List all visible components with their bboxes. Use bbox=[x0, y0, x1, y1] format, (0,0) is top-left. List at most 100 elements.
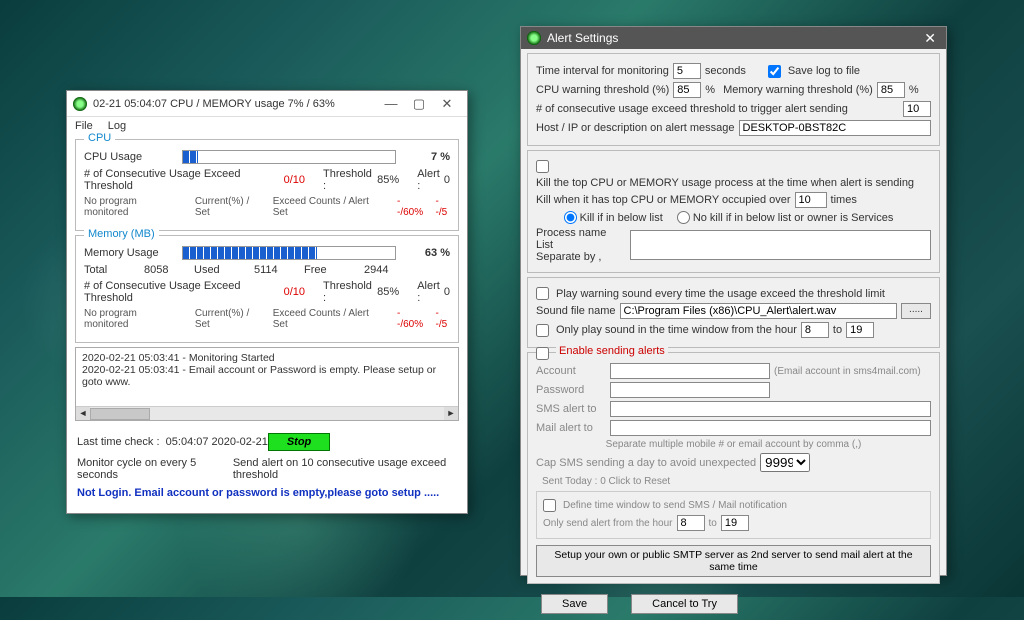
stop-button[interactable]: Stop bbox=[268, 433, 330, 451]
only-send-label: Only send alert from the hour bbox=[543, 518, 673, 529]
consec-input[interactable] bbox=[903, 101, 931, 117]
close-icon[interactable]: ✕ bbox=[920, 30, 940, 47]
cpu-alert-val: 0 bbox=[444, 174, 450, 186]
only-play-checkbox[interactable] bbox=[536, 324, 549, 337]
smtp-setup-button[interactable]: Setup your own or public SMTP server as … bbox=[536, 545, 931, 577]
browse-button[interactable]: ..... bbox=[901, 303, 931, 319]
savelog-checkbox[interactable] bbox=[768, 65, 781, 78]
mem-used-v: 5114 bbox=[254, 264, 304, 276]
enable-alerts-checkbox[interactable] bbox=[536, 347, 549, 360]
nokill-radio[interactable] bbox=[677, 211, 690, 224]
scrollbar-horizontal[interactable]: ◄ ► bbox=[76, 406, 458, 420]
only-play-label: Only play sound in the time window from … bbox=[556, 324, 797, 336]
mem-thresh-input[interactable] bbox=[877, 82, 905, 98]
maximize-button[interactable]: ▢ bbox=[405, 96, 433, 112]
cancel-button[interactable]: Cancel to Try bbox=[631, 594, 738, 614]
window-title: 02-21 05:04:07 CPU / MEMORY usage 7% / 6… bbox=[93, 98, 377, 110]
consec-label: # of consecutive usage exceed threshold … bbox=[536, 103, 899, 115]
mem-excset: Exceed Counts / Alert Set bbox=[273, 308, 383, 330]
define-window-checkbox[interactable] bbox=[543, 499, 556, 512]
memory-group: Memory (MB) Memory Usage 63 % Total 8058… bbox=[75, 235, 459, 343]
scroll-thumb[interactable] bbox=[90, 408, 150, 420]
sep-note: Separate multiple mobile # or email acco… bbox=[606, 439, 862, 450]
cpu-alert-label: Alert : bbox=[417, 168, 444, 192]
define-window-label: Define time window to send SMS / Mail no… bbox=[563, 500, 787, 511]
mem-total-l: Total bbox=[84, 264, 144, 276]
account-note: (Email account in sms4mail.com) bbox=[774, 366, 921, 377]
sent-today[interactable]: Sent Today : 0 Click to Reset bbox=[542, 476, 670, 487]
kill-if-label: Kill if in below list bbox=[580, 212, 663, 224]
menu-file[interactable]: File bbox=[75, 120, 93, 132]
mem-total-v: 8058 bbox=[144, 264, 194, 276]
last-check-label: Last time check : bbox=[77, 436, 160, 448]
cpu-excset: Exceed Counts / Alert Set bbox=[273, 196, 383, 218]
mem-usage-pct: 63 % bbox=[404, 247, 450, 259]
sound-from-input[interactable] bbox=[801, 322, 829, 338]
interval-input[interactable] bbox=[673, 63, 701, 79]
play-sound-checkbox[interactable] bbox=[536, 287, 549, 300]
kill-over-input[interactable] bbox=[795, 192, 827, 208]
cpu-thresh-input[interactable] bbox=[673, 82, 701, 98]
mem-alert-label: Alert : bbox=[417, 280, 444, 304]
cpu-usage-pct: 7 % bbox=[404, 151, 450, 163]
mem-consec-label: # of Consecutive Usage Exceed Threshold bbox=[84, 280, 277, 304]
cap-select[interactable]: 9999 bbox=[760, 453, 810, 472]
log-line: 2020-02-21 05:03:41 - Email account or P… bbox=[82, 364, 452, 388]
alert-settings-window: Alert Settings ✕ Time interval for monit… bbox=[520, 26, 947, 576]
mem-usage-label: Memory Usage bbox=[84, 247, 174, 259]
sms-input[interactable] bbox=[610, 401, 931, 417]
mem-currset: Current(%) / Set bbox=[195, 308, 265, 330]
play-sound-label: Play warning sound every time the usage … bbox=[556, 288, 885, 300]
kill-if-radio[interactable] bbox=[564, 211, 577, 224]
sound-panel: Play warning sound every time the usage … bbox=[527, 277, 940, 348]
minimize-button[interactable]: — bbox=[377, 96, 405, 111]
mem-consec-val: 0/10 bbox=[284, 286, 305, 298]
mail-input[interactable] bbox=[610, 420, 931, 436]
save-button[interactable]: Save bbox=[541, 594, 608, 614]
alert-to-input[interactable] bbox=[721, 515, 749, 531]
cpu-exc-v: --/5 bbox=[435, 196, 450, 218]
cpu-usage-label: CPU Usage bbox=[84, 151, 174, 163]
account-input[interactable] bbox=[610, 363, 770, 379]
scroll-left-icon[interactable]: ◄ bbox=[76, 407, 90, 421]
cpu-thresh-label: CPU warning threshold (%) bbox=[536, 84, 669, 96]
enable-alerts-label: Enable sending alerts bbox=[556, 345, 668, 357]
password-input[interactable] bbox=[610, 382, 770, 398]
scroll-right-icon[interactable]: ► bbox=[444, 407, 458, 421]
host-label: Host / IP or description on alert messag… bbox=[536, 122, 735, 134]
kill-over-label: Kill when it has top CPU or MEMORY occup… bbox=[536, 194, 791, 206]
password-label: Password bbox=[536, 384, 606, 396]
seconds-label: seconds bbox=[705, 65, 746, 77]
titlebar[interactable]: 02-21 05:04:07 CPU / MEMORY usage 7% / 6… bbox=[67, 91, 467, 117]
mem-used-l: Used bbox=[194, 264, 254, 276]
alert-from-input[interactable] bbox=[677, 515, 705, 531]
mem-alert-val: 0 bbox=[444, 286, 450, 298]
kill-top-label: Kill the top CPU or MEMORY usage process… bbox=[536, 177, 914, 189]
menu-log[interactable]: Log bbox=[108, 120, 126, 132]
cpu-currset: Current(%) / Set bbox=[195, 196, 265, 218]
proc-list-l2: Separate by , bbox=[536, 251, 626, 263]
host-input[interactable] bbox=[739, 120, 931, 136]
sound-file-input[interactable] bbox=[620, 303, 898, 319]
log-box[interactable]: 2020-02-21 05:03:41 - Monitoring Started… bbox=[75, 347, 459, 421]
cpu-thresh-val: 85% bbox=[377, 174, 399, 186]
mem-usage-bar bbox=[182, 246, 396, 260]
close-button[interactable]: ✕ bbox=[433, 96, 461, 112]
pct2: % bbox=[909, 84, 919, 96]
cpu-consec-label: # of Consecutive Usage Exceed Threshold bbox=[84, 168, 277, 192]
kill-top-checkbox[interactable] bbox=[536, 160, 549, 173]
sms-label: SMS alert to bbox=[536, 403, 606, 415]
process-list-input[interactable] bbox=[630, 230, 931, 260]
log-line: 2020-02-21 05:03:41 - Monitoring Started bbox=[82, 352, 452, 364]
last-check-val: 05:04:07 2020-02-21 bbox=[166, 436, 268, 448]
pct1: % bbox=[705, 84, 715, 96]
app-icon bbox=[527, 31, 541, 45]
alert-titlebar[interactable]: Alert Settings ✕ bbox=[521, 27, 946, 49]
login-status-link[interactable]: Not Login. Email account or password is … bbox=[77, 487, 439, 499]
times-label: times bbox=[831, 194, 857, 206]
alert-title-text: Alert Settings bbox=[547, 31, 920, 45]
sound-to-input[interactable] bbox=[846, 322, 874, 338]
cpu-usage-bar bbox=[182, 150, 396, 164]
cpu-thresh-label: Threshold : bbox=[323, 168, 374, 192]
sound-file-label: Sound file name bbox=[536, 305, 616, 317]
